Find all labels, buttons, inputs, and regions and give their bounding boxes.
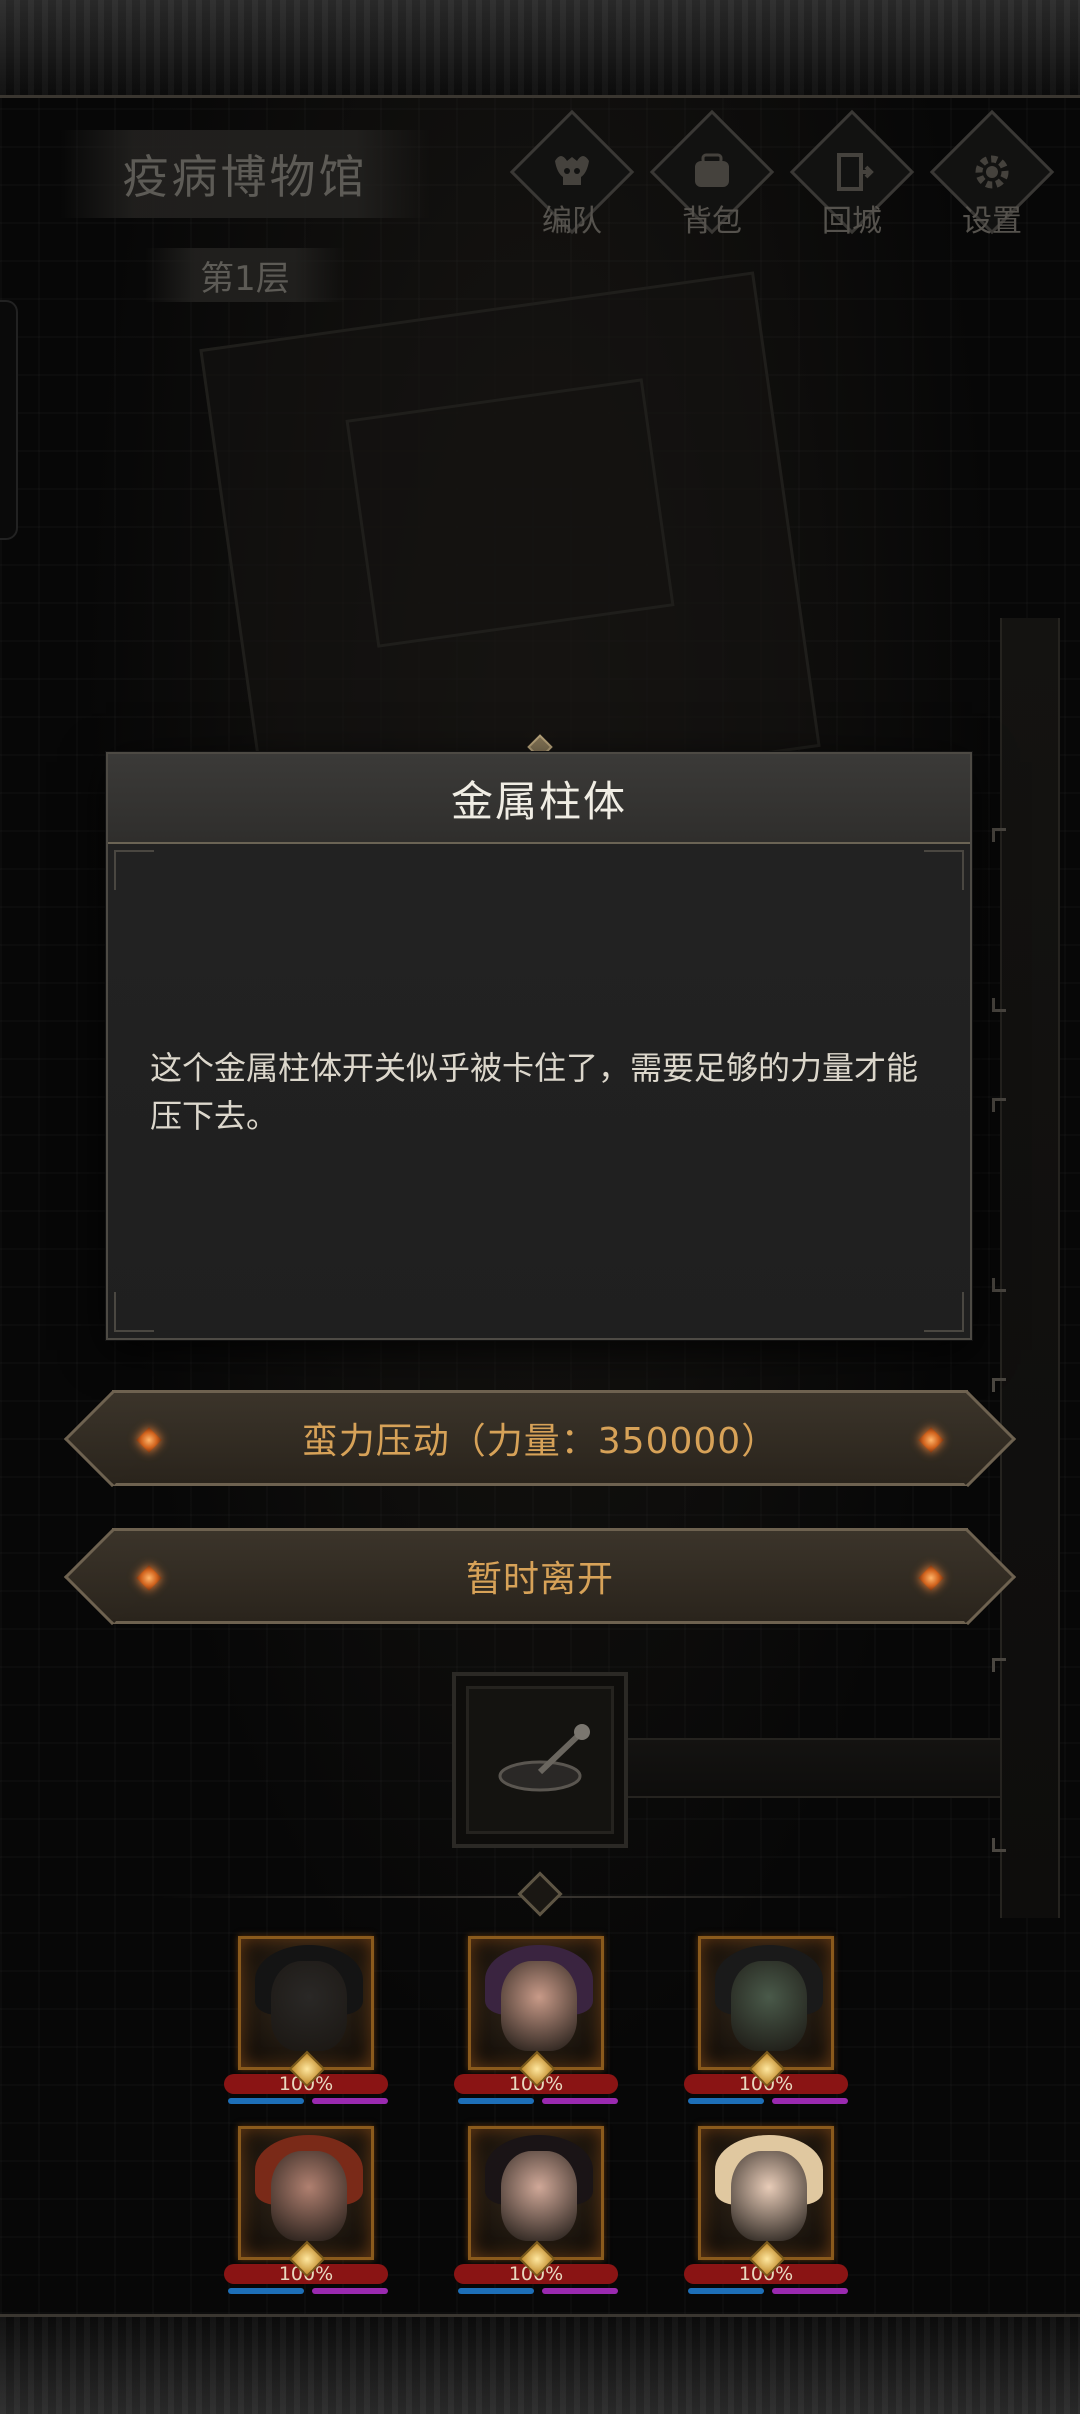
skull-icon [555, 156, 589, 185]
hero-energy-bar [542, 2288, 618, 2294]
hero-energy-bar [772, 2098, 848, 2104]
hero-mana-bar [458, 2288, 534, 2294]
map-marker [992, 1098, 1006, 1112]
map-room [345, 378, 675, 648]
top-frame [0, 0, 1080, 98]
backpack-button[interactable]: 背包 [649, 109, 775, 242]
map-marker [992, 1658, 1006, 1672]
hero-face [271, 2151, 347, 2241]
map-marker [992, 1278, 1006, 1292]
hero-face [271, 1961, 347, 2051]
hero-mana-bar [688, 2098, 764, 2104]
hero-mana-bar [458, 2098, 534, 2104]
event-dialog: 金属柱体 这个金属柱体开关似乎被卡住了，需要足够的力量才能压下去。 [106, 752, 972, 1340]
hero-card[interactable]: 100% [684, 2126, 854, 2294]
backpack-label: 背包 [682, 204, 742, 239]
gear-icon [975, 155, 1009, 189]
side-drawer-tab[interactable] [0, 300, 18, 540]
dialog-title: 金属柱体 [108, 754, 970, 844]
return-town-label: 回城 [822, 204, 882, 239]
hero-energy-bar [542, 2098, 618, 2104]
formation-button[interactable]: 编队 [509, 109, 635, 242]
leave-button[interactable]: 暂时离开 [63, 1528, 1017, 1626]
return-town-button[interactable]: 回城 [789, 109, 915, 242]
hero-energy-bar [772, 2288, 848, 2294]
hero-mana-bar [228, 2288, 304, 2294]
hero-card[interactable]: 100% [454, 2126, 624, 2294]
force-press-button[interactable]: 蛮力压动（力量：350000） [63, 1390, 1017, 1488]
hero-energy-bar [312, 2288, 388, 2294]
dialog-text: 这个金属柱体开关似乎被卡住了，需要足够的力量才能压下去。 [150, 1049, 919, 1135]
dialog-corner [114, 1292, 154, 1332]
leave-label: 暂时离开 [465, 1559, 614, 1600]
location-title: 疫病博物馆 [60, 130, 430, 218]
map-corridor [1000, 618, 1060, 1918]
floor-label: 第1层 [145, 248, 345, 302]
map-marker [992, 828, 1006, 842]
map-corridor [628, 1738, 1028, 1798]
hero-mana-bar [688, 2288, 764, 2294]
hero-card[interactable]: 100% [684, 1936, 854, 2104]
map-marker [992, 1378, 1006, 1392]
hero-face [731, 1961, 807, 2051]
dialog-corner [924, 850, 964, 890]
map-marker [992, 998, 1006, 1012]
lever-tile[interactable] [452, 1672, 628, 1848]
backpack-icon [695, 153, 729, 187]
force-press-label: 蛮力压动（力量：350000） [301, 1421, 779, 1462]
hero-face [731, 2151, 807, 2241]
hero-card[interactable]: 100% [224, 1936, 394, 2104]
dialog-corner [114, 850, 154, 890]
dialog-corner [924, 1292, 964, 1332]
hero-face [501, 2151, 577, 2241]
hero-energy-bar [312, 2098, 388, 2104]
bottom-frame [0, 2314, 1080, 2414]
map-marker [992, 1838, 1006, 1852]
formation-label: 编队 [542, 204, 602, 239]
hero-card[interactable]: 100% [454, 1936, 624, 2104]
settings-button[interactable]: 设置 [929, 109, 1055, 242]
hero-mana-bar [228, 2098, 304, 2104]
door-icon [837, 153, 874, 191]
settings-label: 设置 [962, 204, 1022, 239]
lever-icon [498, 1724, 590, 1792]
hero-card[interactable]: 100% [224, 2126, 394, 2294]
hero-face [501, 1961, 577, 2051]
